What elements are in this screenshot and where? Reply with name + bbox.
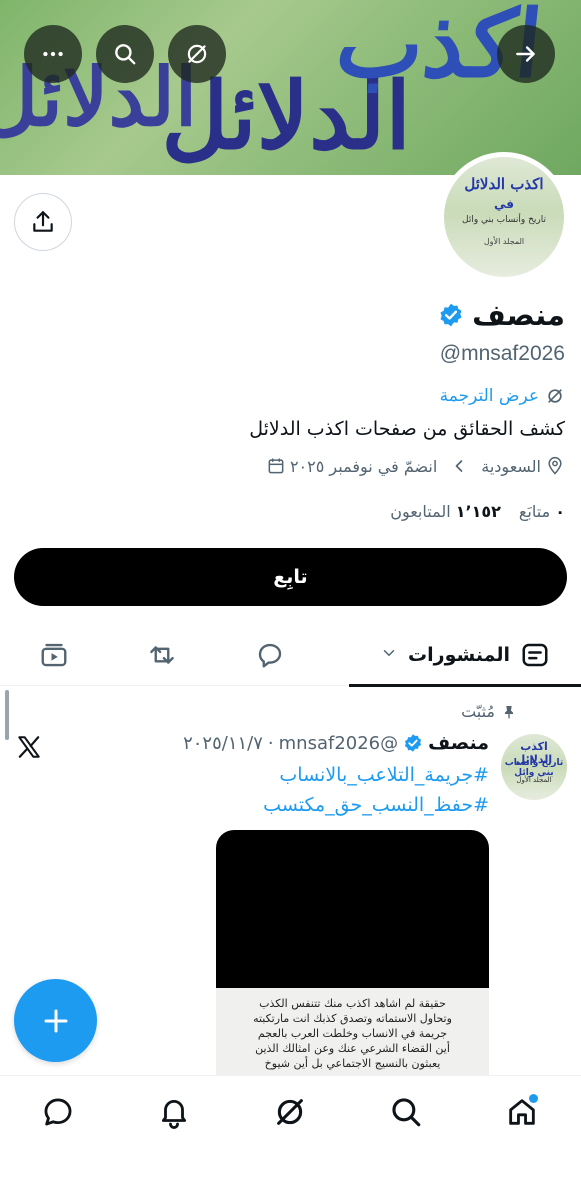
- posts-icon: [522, 643, 548, 667]
- post-author-handle[interactable]: @mnsaf2026: [279, 733, 399, 754]
- profile-banner[interactable]: الدلائل الدلائل اكذب: [0, 0, 581, 175]
- followers-count: ١٬١٥٢: [455, 502, 501, 521]
- pinned-indicator: مُثبّت: [461, 702, 517, 721]
- more-icon: [43, 51, 63, 57]
- profile-name-row: منصف: [438, 298, 565, 332]
- profile-meta: السعودية انضمّ في نوفمبر ٢٠٢٥: [266, 456, 565, 476]
- followers-link[interactable]: ١٬١٥٢ المتابعون: [390, 502, 501, 521]
- video-icon: [41, 643, 67, 667]
- join-date-text: انضمّ في نوفمبر ٢٠٢٥: [289, 456, 438, 476]
- chevron-icon: [449, 456, 469, 476]
- location-text: السعودية: [481, 456, 541, 476]
- post-header: منصف @mnsaf2026 · ٢٠٢٥/١١/٧: [183, 732, 489, 754]
- pin-icon: [505, 705, 513, 719]
- bottom-navigation: [0, 1075, 581, 1199]
- plus-icon: [44, 1009, 67, 1032]
- search-icon: [115, 44, 136, 65]
- media-text-line: جريمة في الانساب وخلطت العرب بالعجم: [257, 1027, 448, 1040]
- profile-avatar[interactable]: اكذب الدلائل في تاريخ وأنساب بني وائل ال…: [439, 152, 569, 282]
- grok-icon: [548, 389, 562, 403]
- repost-icon: [150, 646, 174, 664]
- nav-notifications[interactable]: [154, 1092, 194, 1132]
- avatar-text-2: في: [494, 197, 514, 211]
- followers-label: المتابعون: [390, 502, 451, 521]
- media-text-line: وتحاول الاستماته وتصدق كذبك انت مارتكبته: [253, 1012, 452, 1025]
- x-logo-icon: [18, 736, 40, 758]
- tab-media[interactable]: [24, 624, 84, 686]
- avatar-text-4: المجلد الأول: [483, 237, 525, 246]
- verified-badge-icon: [403, 733, 423, 753]
- share-icon: [33, 211, 53, 232]
- search-button[interactable]: [96, 25, 154, 83]
- verified-badge-icon[interactable]: [438, 302, 464, 328]
- grok-icon: [187, 44, 207, 64]
- following-count: ٠: [555, 502, 565, 521]
- post-avatar[interactable]: اكذب الدلائل تاريخ وأنساب بني وائل المجل…: [501, 734, 567, 800]
- more-button[interactable]: [24, 25, 82, 83]
- pinned-label: مُثبّت: [461, 702, 495, 721]
- profile-bio: كشف الحقائق من صفحات اكذب الدلائل: [249, 418, 565, 440]
- reply-icon: [258, 643, 282, 668]
- tab-replies[interactable]: [240, 624, 300, 686]
- nav-messages[interactable]: [38, 1092, 78, 1132]
- hashtag-link-1[interactable]: #جريمة_التلاعب_بالانساب: [279, 764, 489, 786]
- profile-tabs: المنشورات: [0, 624, 581, 687]
- tab-posts[interactable]: المنشورات: [349, 624, 581, 687]
- avatar-image: اكذب الدلائل في تاريخ وأنساب بني وائل ال…: [444, 157, 564, 277]
- avatar-text-1: اكذب الدلائل: [464, 175, 544, 193]
- post-separator: ·: [267, 732, 274, 754]
- post-avatar-text-2: تاريخ وأنساب بني وائل: [504, 758, 564, 778]
- bell-icon: [161, 1100, 187, 1129]
- grok-icon: [277, 1099, 303, 1125]
- tab-reposts[interactable]: [132, 624, 192, 686]
- search-icon: [392, 1098, 421, 1127]
- post-avatar-text-3: المجلد الأول: [516, 776, 552, 784]
- media-text-line: أين القضاء الشرعي عنك وعن امثالك الذين: [255, 1042, 450, 1055]
- translate-label: عرض الترجمة: [439, 386, 539, 406]
- post-author-name[interactable]: منصف: [428, 732, 489, 754]
- location-pin-icon: [548, 456, 562, 475]
- follow-stats: ٠ متابَع ١٬١٥٢ المتابعون: [390, 502, 565, 521]
- tab-posts-label: المنشورات: [408, 644, 510, 666]
- follow-button[interactable]: تابِع: [14, 548, 567, 606]
- nav-search[interactable]: [386, 1092, 426, 1132]
- post-date[interactable]: ٢٠٢٥/١١/٧: [183, 733, 263, 754]
- profile-handle: @mnsaf2026: [439, 342, 565, 365]
- join-date: انضمّ في نوفمبر ٢٠٢٥: [266, 456, 437, 476]
- following-label: متابَع: [518, 502, 551, 521]
- profile-name: منصف: [472, 298, 565, 332]
- show-translation-link[interactable]: عرض الترجمة: [440, 386, 565, 406]
- avatar-text-3: تاريخ وأنساب بني وائل: [462, 215, 546, 225]
- share-button[interactable]: [14, 193, 72, 251]
- hashtag-link-2[interactable]: #حفظ_النسب_حق_مكتسب: [263, 794, 489, 816]
- media-text-line: حقيقة لم اشاهد اكذب منك تتنفس الكذب: [259, 997, 446, 1010]
- calendar-icon: [268, 458, 284, 474]
- following-link[interactable]: ٠ متابَع: [519, 502, 565, 521]
- scroll-indicator[interactable]: [5, 690, 9, 740]
- compose-button[interactable]: [14, 979, 97, 1062]
- back-button[interactable]: [497, 25, 555, 83]
- media-text-line: يعبثون بالنسيج الاجتماعي بل أين شيوخ: [264, 1057, 441, 1070]
- grok-button[interactable]: [168, 25, 226, 83]
- active-tab-indicator: [349, 684, 581, 687]
- location: السعودية: [481, 456, 565, 476]
- nav-home[interactable]: [502, 1092, 542, 1132]
- notification-dot: [529, 1094, 538, 1103]
- nav-grok[interactable]: [270, 1092, 310, 1132]
- media-document: حقيقة لم اشاهد اكذب منك تتنفس الكذب وتحا…: [216, 988, 489, 1080]
- chat-icon: [44, 1098, 72, 1126]
- chevron-down-icon: [380, 644, 398, 666]
- arrow-right-icon: [516, 46, 535, 62]
- post-media[interactable]: حقيقة لم اشاهد اكذب منك تتنفس الكذب وتحا…: [216, 830, 489, 1080]
